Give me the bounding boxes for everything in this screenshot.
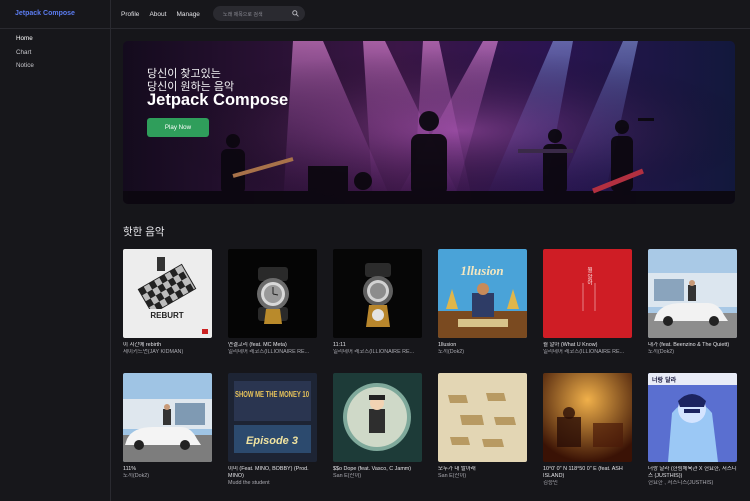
album-cover: 1llusion [438,249,527,338]
song-artist: 도끼(Dok2) [123,473,150,479]
cover-text: REBURT [150,311,183,320]
cover-text: 1llusion [460,263,503,278]
song-artist: 도끼(Dok2) [648,349,675,355]
album-cover [333,249,422,338]
song-card[interactable]: 11:11 일리네어 레코즈(ILLIONAIRE RE... [333,249,422,356]
sidebar-item-notice[interactable]: Notice [0,59,110,73]
song-card[interactable]: 내가 (feat. Beenzino & The Quiett) 도끼(Dok2… [648,249,737,356]
song-title: 너랑 달라 (한림체육관 X 헌요한, 저스디스 (JUSTHIS)) [648,466,737,479]
song-title: 내가 (feat. Beenzino & The Quiett) [648,342,730,348]
album-cover [438,373,527,462]
search-box [213,6,305,23]
cover-text: SHOW ME THE MONEY 10 [235,390,309,399]
hero-banner: 당신이 찾고있는 당신이 원하는 음악 Jetpack Compose Play… [123,41,735,204]
album-cover [123,373,212,462]
song-title: 이 시간에 rebirth [123,342,162,348]
album-cover [648,249,737,338]
cover-subtext: Episode 3 [246,435,298,447]
song-card[interactable]: 10°0' 0" N 118°50 0" E (feat. ASH ISLAND… [543,373,632,487]
album-cover: 너랑 달라 [648,373,737,462]
song-card[interactable]: REBURT 이 시간에 rebirth 제이키드먼(JAY KIDMAN) [123,249,212,356]
play-now-button[interactable]: Play Now [147,118,209,137]
top-nav: Profile About Manage [121,0,200,28]
song-card[interactable]: $$o Dope (feat. Vasco, C Jamm) San E(산이) [333,373,422,480]
song-artist: 일리네어 레코즈(ILLIONAIRE RE... [228,349,310,355]
song-card[interactable]: 1llusion 1llusion 도끼(Dok2) [438,249,527,356]
album-cover [228,249,317,338]
nav-manage[interactable]: Manage [176,11,200,18]
album-cover: REBURT [123,249,212,338]
cover-text: 뭘 알아 [586,266,593,287]
song-artist: 헌요한 , 저스디스(JUSTHIS) [648,480,714,486]
song-title: 111% [123,466,136,472]
song-artist: 도끼(Dok2) [438,349,465,355]
song-card[interactable]: 너랑 달라 너랑 달라 (한림체육관 X 헌요한, 저스디스 (JUSTHIS)… [648,373,737,487]
sidebar-item-chart[interactable]: Chart [0,46,110,60]
sidebar: Jetpack Compose Home Chart Notice [0,0,111,501]
song-title: 10°0' 0" N 118°50 0" E (feat. ASH ISLAND… [543,466,623,479]
album-cover [333,373,422,462]
song-title: $$o Dope (feat. Vasco, C Jamm) [333,466,412,472]
top-bar: Profile About Manage [111,0,750,29]
main-content: 당신이 찾고있는 당신이 원하는 음악 Jetpack Compose Play… [111,29,750,501]
song-title: 이미 (Feat. MINO, BOBBY) (Prod. MINO) [228,466,309,479]
song-artist: San E(산이) [438,473,467,479]
song-artist: 일리네어 레코즈(ILLIONAIRE RE... [333,349,415,355]
song-card[interactable]: 뭘 알아 뭘 알아 (What U Know) 일리네어 레코즈(ILLIONA… [543,249,632,356]
album-cover: 뭘 알아 [543,249,632,338]
song-artist: San E(산이) [333,473,362,479]
song-title: 연결고리 (feat. MC Meta) [228,342,287,348]
album-cover: SHOW ME THE MONEY 10 Episode 3 [228,373,317,462]
search-icon[interactable] [292,10,299,17]
album-cover [543,373,632,462]
song-title: 11:11 [333,342,346,348]
search-input[interactable] [221,6,290,23]
song-card[interactable]: 모두가 내 발아래 San E(산이) [438,373,527,480]
song-title: 1llusion [438,342,457,348]
sidebar-nav: Home Chart Notice [0,29,110,73]
song-card[interactable]: SHOW ME THE MONEY 10 Episode 3 이미 (Feat.… [228,373,317,487]
song-artist: Mudd the student [228,480,270,486]
app-brand[interactable]: Jetpack Compose [0,0,110,29]
song-artist: 김승민 [543,480,558,486]
nav-profile[interactable]: Profile [121,11,139,18]
hero-title: Jetpack Compose [147,91,289,109]
nav-about[interactable]: About [149,11,166,18]
song-title: 모두가 내 발아래 [438,466,476,472]
song-artist: 제이키드먼(JAY KIDMAN) [123,349,184,355]
sidebar-item-home[interactable]: Home [0,32,110,46]
cover-text: 너랑 달라 [652,376,677,384]
section-title-hot-music: 핫한 음악 [123,226,165,238]
song-artist: 일리네어 레코즈(ILLIONAIRE RE... [543,349,625,355]
song-card[interactable]: 111% 도끼(Dok2) [123,373,212,480]
song-title: 뭘 알아 (What U Know) [543,342,598,348]
song-card[interactable]: 연결고리 (feat. MC Meta) 일리네어 레코즈(ILLIONAIRE… [228,249,317,356]
